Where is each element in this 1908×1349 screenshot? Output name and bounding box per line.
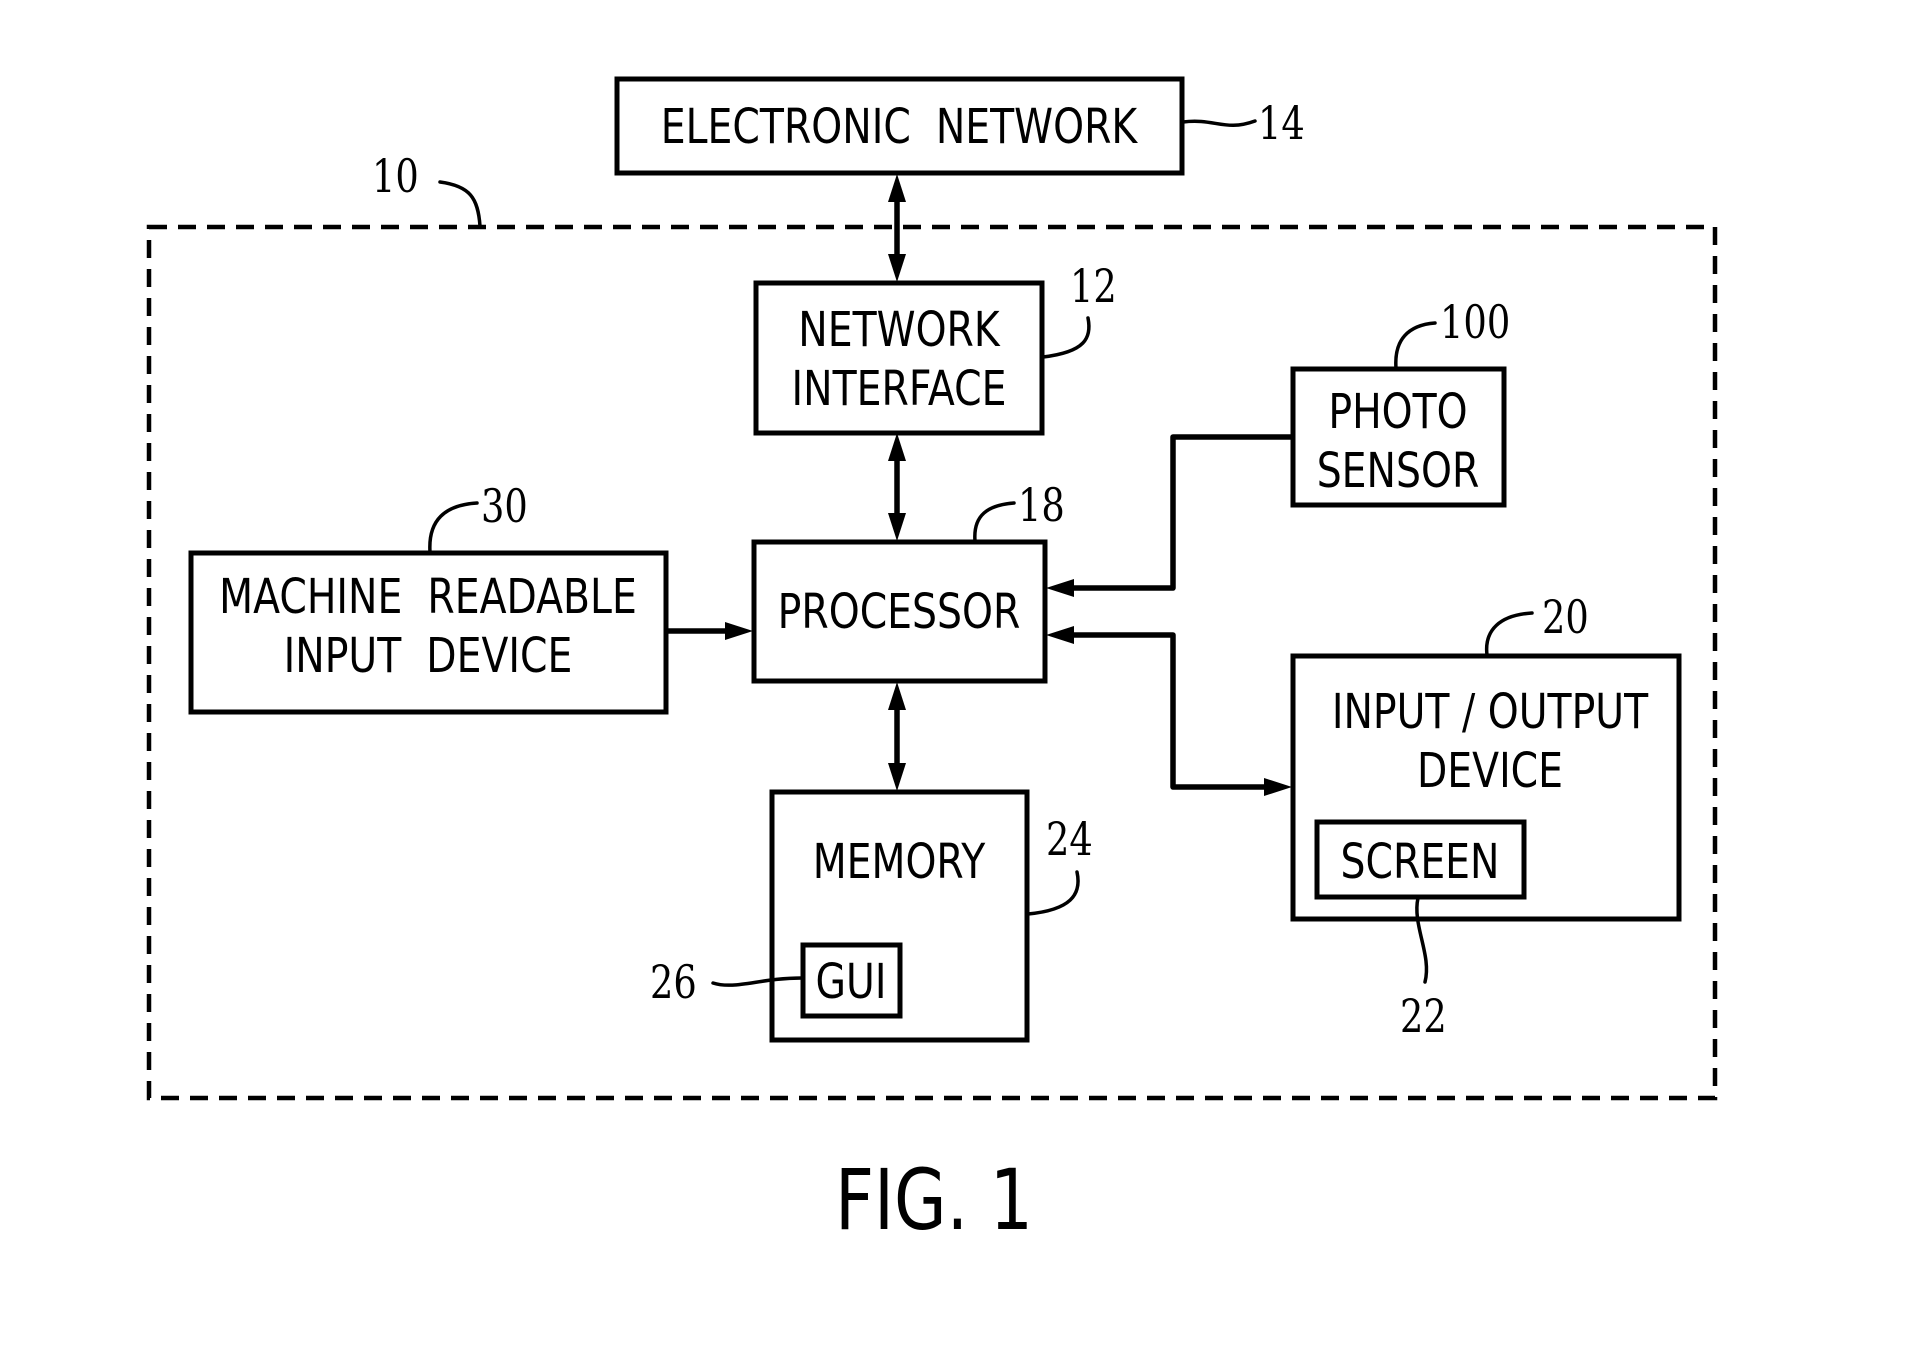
io-device-label-line2: DEVICE [1417,743,1563,799]
wire-processor-to-io [1072,632,1266,790]
leader-processor [973,501,1016,543]
arrowhead-down-processor [888,513,906,541]
arrowhead-up-interface [888,433,906,461]
ref-gui: 26 [650,955,697,1009]
ref-screen: 22 [1400,989,1447,1043]
arrowhead-right-io [1264,778,1292,796]
figure-caption: FIG. 1 [835,1151,1033,1249]
network-interface-label-line1: NETWORK [798,302,1001,358]
io-device-label-line1: INPUT / OUTPUT [1332,684,1649,740]
leader-photo-sensor [1394,321,1437,370]
leader-memory [1026,870,1080,916]
processor-label: PROCESSOR [778,584,1021,640]
ref-machine-readable-input: 30 [481,479,528,533]
photo-sensor-label-line1: PHOTO [1328,384,1467,440]
arrowhead-up-processor [888,682,906,710]
ref-io-device: 20 [1542,590,1589,644]
ref-photo-sensor: 100 [1440,295,1510,349]
memory-label: MEMORY [813,834,986,890]
arrowhead-down-interface [888,254,906,282]
electronic-network-label: ELECTRONIC NETWORK [661,99,1139,155]
leader-network-interface [1041,316,1091,359]
ref-network-interface: 12 [1070,259,1117,313]
arrowhead-right-processor [725,622,753,640]
ref-electronic-network: 14 [1258,96,1305,150]
leader-system [438,180,482,228]
block-diagram: 10 ELECTRONIC NETWORK 14 NETWORK INTERFA… [146,76,1718,1249]
leader-machine-readable-input [428,501,479,554]
ref-processor: 18 [1018,478,1065,532]
arrowhead-left-photo [1046,579,1074,597]
photo-sensor-label-line2: SENSOR [1317,443,1480,499]
leader-io-device [1484,611,1534,657]
machine-readable-input-label-line1: MACHINE READABLE [219,569,637,625]
gui-label: GUI [816,954,887,1010]
ref-system: 10 [372,149,419,203]
arrowhead-up-network [888,174,906,202]
network-interface-label-line2: INTERFACE [792,361,1007,417]
machine-readable-input-label-line2: INPUT DEVICE [284,628,573,684]
screen-label: SCREEN [1341,834,1500,890]
leader-electronic-network [1181,119,1257,128]
arrowhead-down-memory [888,763,906,791]
wire-photo-sensor-to-processor [1072,434,1292,591]
arrowhead-left-io [1046,626,1074,644]
ref-memory: 24 [1046,812,1093,866]
